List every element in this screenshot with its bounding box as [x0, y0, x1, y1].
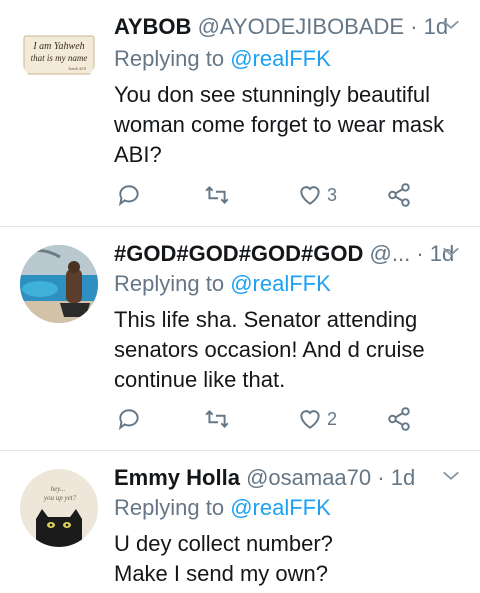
- tweet-text: This life sha. Senator attending senator…: [114, 305, 460, 395]
- chevron-down-icon[interactable]: [440, 465, 462, 487]
- heart-icon: [300, 410, 320, 429]
- share-button[interactable]: [386, 180, 412, 210]
- separator-dot: ·: [410, 14, 418, 39]
- replying-to: Replying to @realFFK: [114, 493, 331, 523]
- action-bar: 2: [114, 404, 444, 434]
- mention-link[interactable]: @realFFK: [230, 46, 331, 71]
- reply-icon: [118, 185, 139, 206]
- tweet[interactable]: I am Yahweh that is my name Isaiah 42:8 …: [0, 0, 480, 226]
- tweet-text-line: ABI?: [114, 142, 162, 167]
- retweet-button[interactable]: [204, 180, 230, 210]
- replying-prefix: Replying to: [114, 271, 225, 296]
- retweet-icon: [205, 410, 229, 428]
- user-handle[interactable]: @...: [370, 241, 411, 266]
- like-count: 2: [327, 408, 338, 429]
- replying-prefix: Replying to: [114, 495, 225, 520]
- svg-text:Isaiah 42:8: Isaiah 42:8: [68, 66, 86, 71]
- user-handle[interactable]: @AYODEJIBOBADE: [198, 14, 405, 39]
- chevron-down-icon[interactable]: [440, 14, 462, 36]
- tweet-header: AYBOB @AYODEJIBOBADE · 1d: [114, 12, 466, 42]
- tweet-text-line: senators occasion! And d cruise: [114, 337, 425, 362]
- svg-text:that is my name: that is my name: [31, 53, 88, 63]
- mention-link[interactable]: @realFFK: [230, 495, 331, 520]
- reply-button[interactable]: [116, 180, 142, 210]
- like-button[interactable]: 3: [297, 180, 337, 210]
- display-name[interactable]: AYBOB: [114, 14, 191, 39]
- timestamp[interactable]: 1d: [391, 465, 415, 490]
- tweet-text-line: continue like that.: [114, 367, 286, 392]
- avatar[interactable]: I am Yahweh that is my name Isaiah 42:8: [20, 12, 98, 90]
- share-icon: [388, 183, 410, 207]
- svg-text:I am Yahweh: I am Yahweh: [32, 41, 84, 52]
- heart-icon: [300, 186, 320, 205]
- like-count: 3: [327, 184, 338, 205]
- pool-photo-image: [20, 245, 98, 323]
- avatar[interactable]: hey... you up yet?: [20, 469, 98, 547]
- separator-dot: ·: [377, 465, 385, 490]
- tweet-text: You don see stunningly beautiful woman c…: [114, 80, 460, 170]
- avatar[interactable]: [20, 245, 98, 323]
- tweet-text-line: You don see stunningly beautiful: [114, 82, 430, 107]
- tweet[interactable]: hey... you up yet? Emmy Holla @osamaa70 …: [0, 451, 480, 593]
- chevron-down-icon[interactable]: [440, 241, 462, 263]
- retweet-button[interactable]: [204, 404, 230, 434]
- reply-button[interactable]: [116, 404, 142, 434]
- replying-to: Replying to @realFFK: [114, 269, 331, 299]
- tweet-header: Emmy Holla @osamaa70 · 1d: [114, 463, 466, 493]
- tweet-text: U dey collect number? Make I send my own…: [114, 529, 460, 589]
- retweet-icon: [205, 186, 229, 204]
- share-icon: [388, 407, 410, 431]
- display-name[interactable]: Emmy Holla: [114, 465, 240, 490]
- tweet-text-line: This life sha. Senator attending: [114, 307, 418, 332]
- scripture-card-image: I am Yahweh that is my name Isaiah 42:8: [20, 12, 98, 90]
- share-button[interactable]: [386, 404, 412, 434]
- separator-dot: ·: [416, 241, 424, 266]
- cat-card-image: hey... you up yet?: [20, 469, 98, 547]
- tweet-text-line: Make I send my own?: [114, 561, 328, 586]
- replying-prefix: Replying to: [114, 46, 225, 71]
- reply-icon: [118, 409, 139, 430]
- svg-text:you up yet?: you up yet?: [43, 494, 77, 502]
- tweet-text-line: U dey collect number?: [114, 531, 333, 556]
- tweet-text-line: woman come forget to wear mask: [114, 112, 445, 137]
- user-handle[interactable]: @osamaa70: [246, 465, 371, 490]
- like-button[interactable]: 2: [297, 404, 337, 434]
- replying-to: Replying to @realFFK: [114, 44, 331, 74]
- action-bar: 3: [114, 180, 444, 210]
- tweet-header: #GOD#GOD#GOD#GOD @... · 1d: [114, 239, 466, 269]
- svg-text:hey...: hey...: [51, 485, 66, 493]
- mention-link[interactable]: @realFFK: [230, 271, 331, 296]
- tweet[interactable]: #GOD#GOD#GOD#GOD @... · 1d Replying to @…: [0, 227, 480, 450]
- display-name[interactable]: #GOD#GOD#GOD#GOD: [114, 241, 363, 266]
